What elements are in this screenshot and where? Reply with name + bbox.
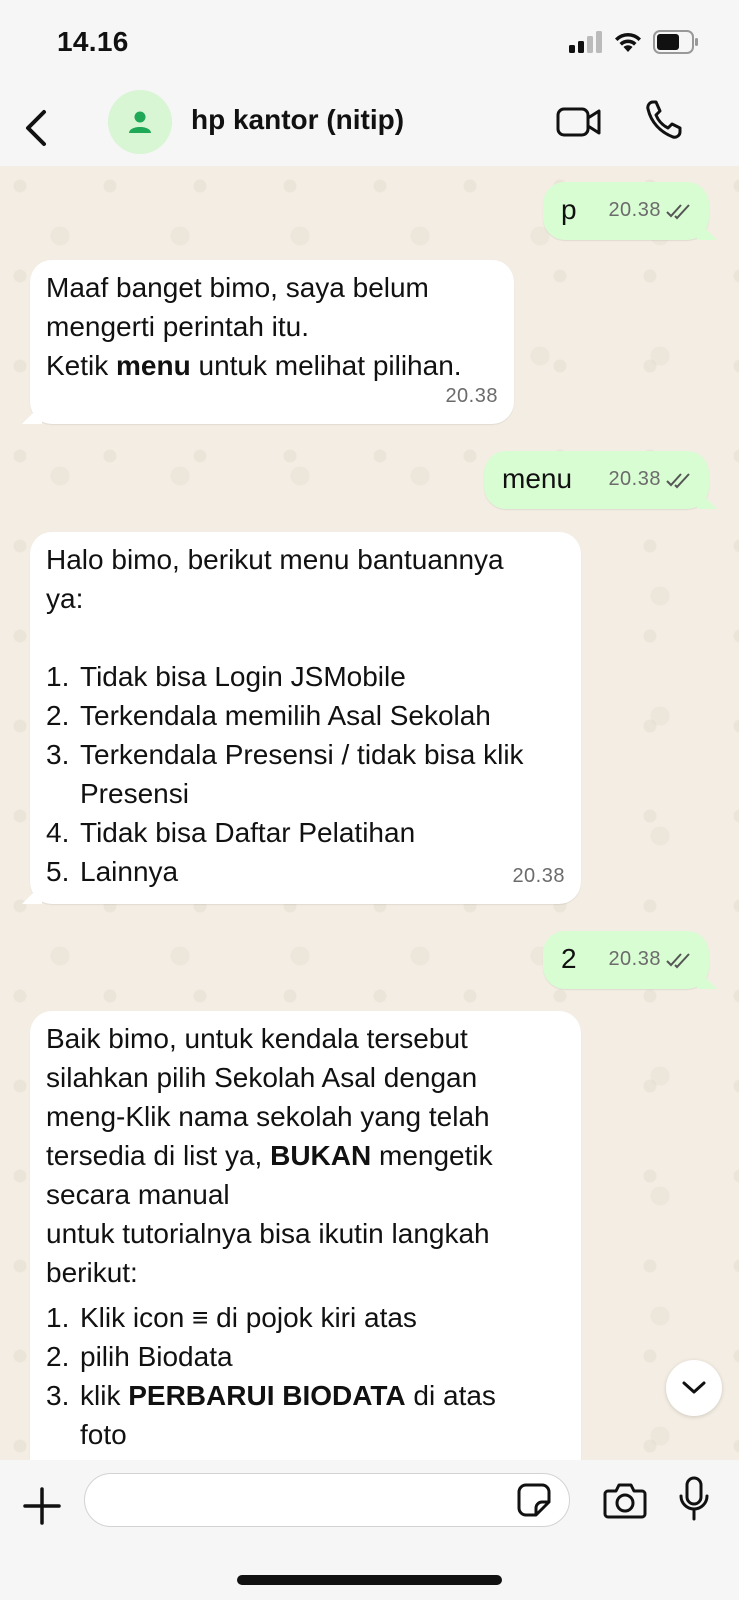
message-outgoing[interactable]: menu 20.38 [484,451,717,509]
steps-list-item: 1. Klik icon ≡ di pojok kiri atas [46,1298,546,1337]
sticker-icon [517,1483,551,1517]
message-intro: Halo bimo, berikut menu bantuannya ya: [46,544,504,614]
bold-text: BUKAN [270,1140,372,1171]
list-text: Klik icon ≡ di pojok kiri atas [80,1302,417,1333]
menu-list: 1. Tidak bisa Login JSMobile 2. Terkendala… [46,657,556,891]
text-span: untuk melihat pilihan. [190,350,462,381]
list-number: 4. [46,817,70,848]
microphone-icon [679,1476,709,1521]
bold-text: menu [116,350,191,381]
list-number: 2. [46,700,70,731]
wifi-icon [615,32,641,52]
message-line: mengerti perintah itu. [46,311,310,342]
message-time: 20.38 [445,385,498,407]
menu-list-item: 4. Tidak bisa Daftar Pelatihan [46,813,556,852]
status-bar: 14.16 [0,0,739,90]
bubble-tail [697,489,717,509]
chevron-down-icon [682,1381,706,1394]
message-meta: 20.38 [512,853,565,896]
contact-name[interactable]: hp kantor (nitip) [191,104,404,136]
chat-header: hp kantor (nitip) [0,90,739,166]
message-meta: 20.38 [608,940,693,979]
message-text: menu [502,463,573,494]
message-paragraph: Baik bimo, untuk kendala tersebut silahk… [46,1019,546,1214]
message-meta: 20.38 [445,373,498,416]
text-span: klik [80,1380,129,1411]
steps-list: 1. Klik icon ≡ di pojok kiri atas 2. pilih… [46,1298,546,1454]
back-button[interactable] [18,104,58,152]
steps-list-item: 3. klik PERBARUI BIODATA di atas foto [46,1376,546,1454]
list-number: 2. [46,1341,70,1372]
list-text: Terkendala Presensi / tidak bisa klik Pr… [80,739,524,809]
text-span: Ketik [46,350,117,381]
message-incoming[interactable]: Halo bimo, berikut menu bantuannya ya: 1… [22,532,581,904]
double-check-icon [666,472,690,488]
double-check-icon [666,203,690,219]
menu-list-item: 2. Terkendala memilih Asal Sekolah [46,696,556,735]
list-number: 3. [46,739,70,770]
message-time: 20.38 [512,865,565,887]
plus-icon [23,1487,61,1525]
menu-list-item: 1. Tidak bisa Login JSMobile [46,657,556,696]
menu-list-item: 5. Lainnya [46,852,556,891]
bold-text: PERBARUI BIODATA [128,1380,406,1411]
message-time: 20.38 [608,948,661,970]
voice-call-button[interactable] [644,98,684,142]
back-chevron-icon [26,110,46,146]
camera-icon [603,1483,647,1519]
menu-list-item: 3. Terkendala Presensi / tidak bisa klik … [46,735,556,813]
list-text: pilih Biodata [80,1341,233,1372]
bubble-tail [697,220,717,240]
chat-area[interactable]: p 20.38 Maaf banget bimo, saya belum men… [0,166,739,1460]
message-outgoing[interactable]: p 20.38 [543,182,717,240]
list-number: 3. [46,1380,70,1411]
list-number: 1. [46,661,70,692]
message-text: Halo bimo, berikut menu bantuannya ya: 1… [46,540,565,891]
message-text: p [561,194,577,225]
list-text: Tidak bisa Login JSMobile [80,661,406,692]
sticker-button[interactable] [516,1482,552,1518]
list-text: Tidak bisa Daftar Pelatihan [80,817,416,848]
message-time: 20.38 [608,199,661,221]
microphone-button[interactable] [678,1476,710,1522]
message-meta: 20.38 [608,191,693,230]
message-paragraph: untuk tutorialnya bisa ikutin langkah be… [46,1218,490,1288]
list-number: 1. [46,1302,70,1333]
camera-button[interactable] [603,1480,647,1520]
phone-icon [646,100,682,139]
steps-list-item: 2. pilih Biodata [46,1337,546,1376]
battery-icon [653,30,698,54]
message-input[interactable] [84,1473,570,1527]
message-text: Baik bimo, untuk kendala tersebut silahk… [46,1019,546,1454]
contact-avatar[interactable] [108,90,172,154]
video-call-button[interactable] [555,102,603,142]
video-camera-icon [556,107,601,137]
list-text: Terkendala memilih Asal Sekolah [80,700,491,731]
message-text: 2 [561,943,577,974]
list-text: Lainnya [80,856,179,887]
scroll-to-bottom-button[interactable] [666,1360,722,1416]
status-icons [569,30,699,54]
message-outgoing[interactable]: 2 20.38 [543,931,717,989]
message-meta: 20.38 [608,460,693,499]
bubble-tail [22,884,42,904]
bubble-tail [22,404,42,424]
message-time: 20.38 [608,468,661,490]
list-number: 5. [46,856,70,887]
person-icon [129,111,151,133]
double-check-icon [666,952,690,968]
bubble-tail [697,969,717,989]
message-incoming[interactable]: Maaf banget bimo, saya belum mengerti pe… [22,260,514,424]
status-time: 14.16 [57,26,129,57]
attach-button[interactable] [22,1486,62,1526]
signal-icon [569,31,602,53]
home-indicator[interactable] [237,1575,502,1585]
message-line: Ketik menu untuk melihat pilihan. [46,346,498,385]
message-incoming[interactable]: Baik bimo, untuk kendala tersebut silahk… [30,1011,581,1460]
message-text: Maaf banget bimo, saya belum mengerti pe… [46,268,498,385]
message-line: Maaf banget bimo, saya belum [46,272,429,303]
